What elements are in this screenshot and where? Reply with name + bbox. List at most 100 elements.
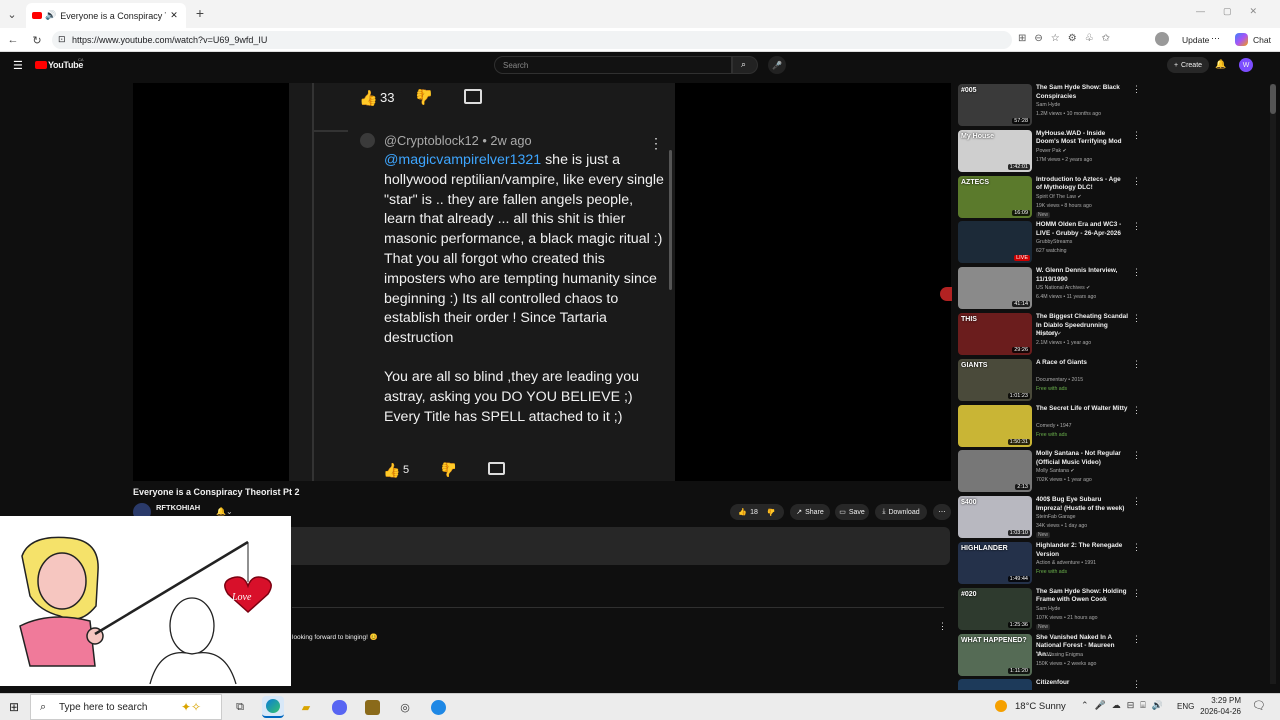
recommended-video[interactable]: HIGHLANDER 1:49:44 Highlander 2: The Ren… xyxy=(958,542,1248,586)
profile-avatar-icon[interactable] xyxy=(1155,32,1169,46)
obs-icon[interactable]: ◎ xyxy=(394,696,416,718)
weather-text[interactable]: 18°C Sunny xyxy=(1015,701,1066,712)
start-windows-icon[interactable]: ⊞ xyxy=(9,700,19,714)
clock-date[interactable]: 2026-04-26 xyxy=(1199,707,1241,716)
recommended-video[interactable]: 1:50:31 The Secret Life of Walter Mitty … xyxy=(958,404,1248,449)
chat-button[interactable]: Chat xyxy=(1253,35,1271,45)
floating-red-button[interactable] xyxy=(940,287,952,301)
clock-time[interactable]: 3:29 PM xyxy=(1205,696,1241,705)
reload-icon[interactable]: ↻ xyxy=(29,32,45,48)
video-options-icon[interactable]: ⋮ xyxy=(1132,221,1141,232)
window-controls[interactable]: —▢✕ xyxy=(1196,6,1275,17)
channel-name[interactable]: RFTKOHIAH xyxy=(156,503,200,512)
video-thumbnail[interactable]: 41:14 xyxy=(958,267,1032,310)
task-view-icon[interactable]: ⧉ xyxy=(229,696,251,718)
video-options-icon[interactable]: ⋮ xyxy=(1132,542,1141,553)
video-thumbnail[interactable]: AZTECS 16:09 xyxy=(958,175,1032,218)
more-actions-icon[interactable]: ⋯ xyxy=(933,504,951,520)
video-options-icon[interactable]: ⋮ xyxy=(1132,130,1141,141)
account-avatar[interactable]: W xyxy=(1239,58,1253,72)
app-icon[interactable] xyxy=(427,696,449,718)
video-options-icon[interactable]: ⋮ xyxy=(1132,679,1141,690)
voice-search-icon[interactable]: 🎤 xyxy=(768,56,786,74)
recommended-channel[interactable]: GrubbyStreams xyxy=(1036,239,1072,245)
recommended-video[interactable]: LIVE HOMM Olden Era and WC3 - LIVE - Gru… xyxy=(958,221,1248,265)
recommended-channel[interactable]: Comedy • 1947 xyxy=(1036,423,1072,429)
recommended-video[interactable]: $400 1:03:10 400$ Bug Eye Subaru Impreza… xyxy=(958,496,1248,540)
like-dislike-group[interactable]: 👍 18 👍 xyxy=(730,504,784,520)
video-thumbnail[interactable]: 1:50:31 xyxy=(958,404,1032,447)
browser-toolbar-icons[interactable]: ⊞⊖☆⚙♧✩ xyxy=(1018,33,1118,44)
recommended-video[interactable]: AZTECS 16:09 Introduction to Aztecs - Ag… xyxy=(958,175,1248,220)
youtube-logo-icon[interactable] xyxy=(35,61,47,69)
video-thumbnail[interactable] xyxy=(958,679,1032,690)
dislike-icon[interactable]: 👍 xyxy=(767,508,776,516)
recommended-video[interactable]: My House 1:42:01 MyHouse.WAD - Inside Do… xyxy=(958,129,1248,174)
recommended-video[interactable]: 41:14 W. Glenn Dennis Interview, 11/19/1… xyxy=(958,267,1248,311)
video-thumbnail[interactable]: $400 1:03:10 xyxy=(958,496,1032,539)
share-button[interactable]: ↗ Share xyxy=(790,504,830,520)
create-button[interactable]: + Create xyxy=(1167,57,1209,73)
video-thumbnail[interactable]: #020 1:25:36 xyxy=(958,587,1032,630)
like-icon[interactable]: 👍 xyxy=(738,508,747,516)
recommended-channel[interactable]: Abyssoft ✔ xyxy=(1036,331,1062,337)
recommended-channel[interactable]: The Missing Enigma xyxy=(1036,652,1083,658)
video-options-icon[interactable]: ⋮ xyxy=(1132,588,1141,599)
video-thumbnail[interactable]: LIVE xyxy=(958,221,1032,264)
search-input[interactable]: Search xyxy=(494,56,732,74)
recommended-title[interactable]: A Race of Giants xyxy=(1036,359,1128,368)
video-thumbnail[interactable]: HIGHLANDER 1:49:44 xyxy=(958,542,1032,584)
site-info-icon[interactable]: ⊡ xyxy=(58,34,66,45)
recommended-channel[interactable]: Documentary • 2015 xyxy=(1036,377,1083,383)
recommended-title[interactable]: Citizenfour xyxy=(1036,679,1128,688)
video-options-icon[interactable]: ⋮ xyxy=(1132,405,1141,416)
recommended-video[interactable]: THIS 29:26 The Biggest Cheating Scandal … xyxy=(958,313,1248,357)
recommended-title[interactable]: 400$ Bug Eye Subaru Impreza! (Hustle of … xyxy=(1036,496,1128,513)
recommended-channel[interactable]: Power Pak ✔ xyxy=(1036,148,1067,154)
copilot-icon[interactable] xyxy=(1235,33,1248,46)
subscribe-bell-icon[interactable]: 🔔⌄ xyxy=(216,507,233,516)
close-tab-icon[interactable]: ✕ xyxy=(170,10,178,21)
scrollbar-thumb[interactable] xyxy=(1270,84,1276,114)
recommended-channel[interactable]: Sam Hyde xyxy=(1036,102,1060,108)
speaker-icon[interactable]: 🔊 xyxy=(45,10,56,21)
recommended-video[interactable]: Citizenfour ⋮ xyxy=(958,679,1248,690)
video-thumbnail[interactable]: WHAT HAPPENED? 1:11:20 xyxy=(958,633,1032,676)
recommended-channel[interactable]: Molly Santana ✔ xyxy=(1036,468,1075,474)
video-options-icon[interactable]: ⋮ xyxy=(1132,84,1141,95)
recommended-video[interactable]: #005 57:28 The Sam Hyde Show: Black Cons… xyxy=(958,84,1248,128)
new-tab-button[interactable]: + xyxy=(192,5,208,21)
video-options-icon[interactable]: ⋮ xyxy=(1132,267,1141,278)
recommended-video[interactable]: #020 1:25:36 The Sam Hyde Show: Holding … xyxy=(958,587,1248,632)
recommended-title[interactable]: Molly Santana - Not Regular (Official Mu… xyxy=(1036,450,1128,467)
recommended-channel[interactable]: Sam Hyde xyxy=(1036,606,1060,612)
menu-hamburger-icon[interactable]: ☰ xyxy=(13,59,23,72)
recommended-title[interactable]: Highlander 2: The Renegade Version xyxy=(1036,542,1128,559)
back-arrow-icon[interactable]: ← xyxy=(5,32,21,48)
comment-options-icon[interactable]: ⋮ xyxy=(938,621,947,632)
recommended-title[interactable]: The Secret Life of Walter Mitty xyxy=(1036,405,1128,414)
recommended-title[interactable]: Introduction to Aztecs - Age of Mytholog… xyxy=(1036,176,1128,193)
file-explorer-icon[interactable]: ▰ xyxy=(295,696,317,718)
recommended-channel[interactable]: SteinFab Garage xyxy=(1036,514,1076,520)
video-options-icon[interactable]: ⋮ xyxy=(1132,496,1141,507)
input-language[interactable]: ENG xyxy=(1177,702,1194,711)
system-tray-icons[interactable]: ⌃🎤☁⊟⌸🔊 xyxy=(1081,700,1169,711)
recommended-channel[interactable]: Action & adventure • 1991 xyxy=(1036,560,1096,566)
recommended-video[interactable]: 2:13 Molly Santana - Not Regular (Offici… xyxy=(958,450,1248,494)
video-thumbnail[interactable]: GIANTS 1:01:23 xyxy=(958,358,1032,401)
recommended-video[interactable]: WHAT HAPPENED? 1:11:20 She Vanished Nake… xyxy=(958,633,1248,678)
video-options-icon[interactable]: ⋮ xyxy=(1132,176,1141,187)
tab-list-chevron-icon[interactable]: ⌄ xyxy=(4,6,20,22)
weather-sun-icon[interactable] xyxy=(995,700,1007,712)
edge-browser-icon[interactable] xyxy=(262,696,284,718)
video-thumbnail[interactable]: My House 1:42:01 xyxy=(958,129,1032,172)
taskbar-search-input[interactable]: ⌕ Type here to search ✦✧ xyxy=(30,694,222,720)
search-button[interactable]: ⌕ xyxy=(732,56,758,74)
video-thumbnail[interactable]: 2:13 xyxy=(958,450,1032,493)
video-options-icon[interactable]: ⋮ xyxy=(1132,450,1141,461)
video-thumbnail[interactable]: #005 57:28 xyxy=(958,84,1032,126)
recommended-video[interactable]: GIANTS 1:01:23 A Race of Giants Document… xyxy=(958,358,1248,403)
video-options-icon[interactable]: ⋮ xyxy=(1132,313,1141,324)
notifications-bell-icon[interactable]: 🔔 xyxy=(1215,59,1226,70)
